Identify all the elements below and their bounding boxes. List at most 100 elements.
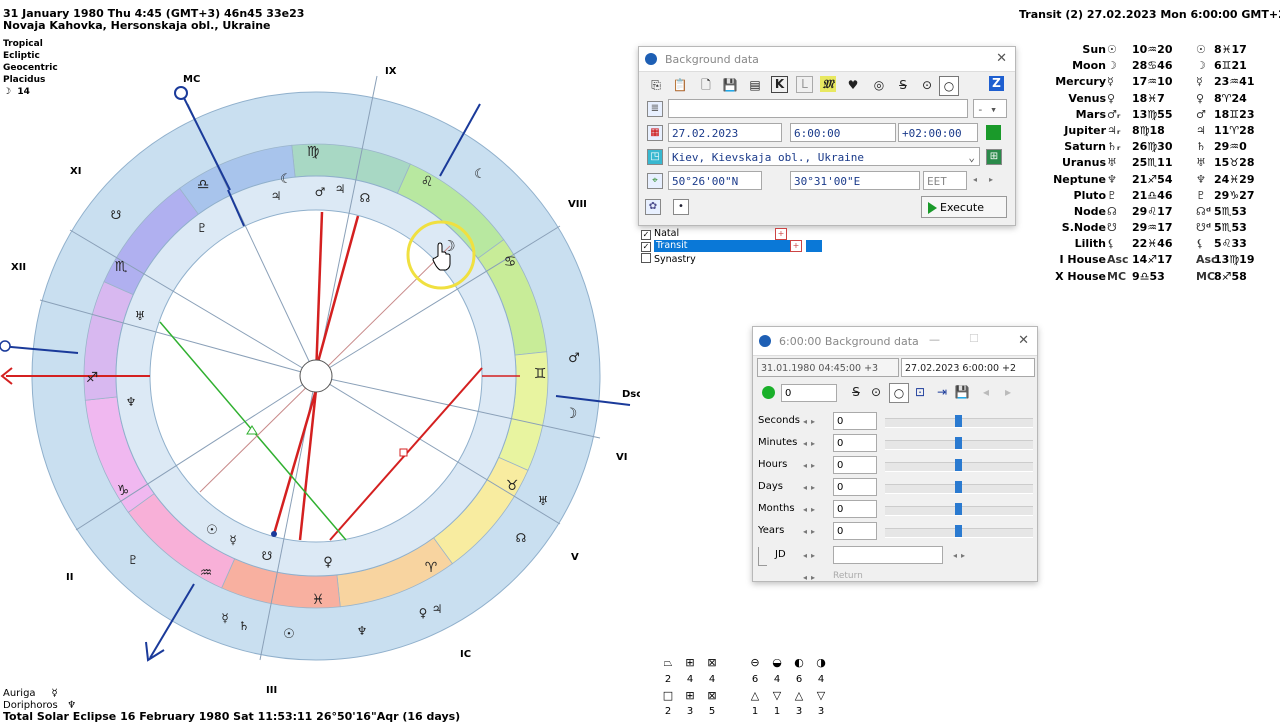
latitude-input[interactable]: 50°26'00"N (668, 171, 762, 190)
time-input[interactable]: 6:00:00 (790, 123, 896, 142)
slider-thumb[interactable] (955, 437, 962, 449)
coordinates-icon[interactable]: ⌖ (647, 173, 663, 189)
chart-grid-icon[interactable]: ⊡ (911, 383, 929, 401)
minimize-button[interactable]: — (929, 333, 940, 346)
step-arrows[interactable]: ◂▸ (803, 439, 819, 448)
new-file-icon[interactable]: 🗋 (697, 76, 715, 94)
maximize-button[interactable]: ☐ (969, 332, 979, 345)
play-button[interactable] (762, 386, 775, 399)
quarter-circle-icon[interactable]: ◑ (814, 656, 828, 669)
chart-wheel[interactable]: MC IX VIII Dsc VI V IC III II XII XI ♍ ♌… (0, 60, 640, 720)
z-button[interactable]: Z (989, 76, 1004, 91)
dot-button[interactable]: • (673, 199, 689, 215)
close-button[interactable]: ✕ (1018, 333, 1029, 348)
transit-checkbox[interactable]: ✓ (641, 242, 651, 252)
dialog-titlebar[interactable]: Background data ✕ (639, 47, 1015, 72)
step-slider[interactable] (885, 459, 1033, 472)
triangle-up-icon[interactable]: △ (748, 689, 762, 702)
slider-thumb[interactable] (955, 481, 962, 493)
natal-checkbox-row[interactable]: ✓ Natal (640, 228, 679, 240)
strike-icon[interactable]: S̶ (894, 76, 912, 94)
grid-trapezoid-icon[interactable]: ⊞ (683, 656, 697, 669)
zone-stepper[interactable]: ◂▸ (973, 175, 1005, 184)
copy-icon[interactable]: ⎘ (647, 76, 665, 94)
step-value-input[interactable]: 0 (833, 500, 877, 518)
triangle-split-icon[interactable]: △ (792, 689, 806, 702)
step-value-input[interactable]: 0 (833, 478, 877, 496)
transit-color-swatch[interactable] (806, 240, 822, 252)
cross-square-icon[interactable]: ⊠ (705, 689, 719, 702)
circle-line-icon[interactable]: ⊖ (748, 656, 762, 669)
jd-arrows[interactable]: ◂▸ (953, 551, 969, 560)
step-slider[interactable] (885, 437, 1033, 450)
name-input[interactable] (668, 99, 968, 118)
l-button[interactable]: L (796, 76, 813, 93)
cross-trapezoid-icon[interactable]: ⊠ (705, 656, 719, 669)
circle-icon[interactable]: ○ (889, 383, 909, 403)
transit-datetime-field[interactable]: 27.02.2023 6:00:00 +2 (901, 358, 1035, 377)
trapezoid-icon[interactable]: ⏢ (661, 656, 675, 670)
slider-thumb[interactable] (955, 503, 962, 515)
formula-icon[interactable]: 𝔐 (820, 76, 836, 92)
transit-checkbox-row[interactable]: ✓ Transit (640, 240, 810, 252)
strike-icon[interactable]: S̶ (847, 383, 865, 401)
dot-circle-icon[interactable]: ⊙ (918, 76, 936, 94)
step-slider[interactable] (885, 503, 1033, 516)
atlas-icon[interactable]: ⊞ (986, 149, 1002, 165)
date-input[interactable]: 27.02.2023 (668, 123, 782, 142)
step-slider[interactable] (885, 415, 1033, 428)
synastry-checkbox-row[interactable]: Synastry (640, 253, 696, 265)
dot-circle-icon[interactable]: ⊙ (867, 383, 885, 401)
step-arrows[interactable]: ◂▸ (803, 527, 819, 536)
step-slider[interactable] (885, 481, 1033, 494)
forward-button[interactable]: ▸ (999, 383, 1017, 401)
longitude-input[interactable]: 30°31'00"E (790, 171, 920, 190)
return-stepper[interactable]: ◂▸ (803, 573, 819, 582)
close-button[interactable]: ✕ (996, 51, 1007, 66)
jd-input[interactable] (833, 546, 943, 564)
slider-thumb[interactable] (955, 415, 962, 427)
step-arrows[interactable]: ◂▸ (803, 461, 819, 470)
step-slider[interactable] (885, 525, 1033, 538)
save-icon[interactable]: 💾 (721, 76, 739, 94)
natal-chart-icon[interactable]: + (775, 228, 787, 240)
k-button[interactable]: K (771, 76, 788, 93)
synastry-checkbox[interactable] (641, 253, 651, 263)
step-arrows[interactable]: ◂▸ (803, 417, 819, 426)
dst-indicator[interactable] (986, 125, 1001, 140)
half-circle-icon[interactable]: ◒ (770, 656, 784, 669)
step-value-input[interactable]: 0 (833, 412, 877, 430)
execute-button[interactable]: Execute (921, 196, 1007, 218)
save-icon[interactable]: 💾 (953, 383, 971, 401)
chevron-down-icon[interactable]: ⌄ (968, 148, 975, 165)
zone-input[interactable]: EET (923, 171, 967, 190)
step-value-input[interactable]: 0 (833, 456, 877, 474)
step-arrows[interactable]: ◂▸ (803, 505, 819, 514)
paste-icon[interactable]: 📋 (671, 76, 689, 94)
gender-select[interactable]: - ▾ (973, 99, 1007, 118)
step-value-input[interactable]: 0 (833, 522, 877, 540)
time-dialog-titlebar[interactable]: 6:00:00 Background data — ☐ ✕ (753, 327, 1037, 356)
timezone-input[interactable]: +02:00:00 (898, 123, 978, 142)
step-value-input[interactable]: 0 (833, 434, 877, 452)
split-circle-icon[interactable]: ◐ (792, 656, 806, 669)
place-input[interactable]: Kiev, Kievskaja obl., Ukraine ⌄ (668, 147, 980, 166)
map-icon[interactable]: ◳ (647, 149, 663, 165)
natal-checkbox[interactable]: ✓ (641, 230, 651, 240)
circle-icon[interactable]: ○ (939, 76, 959, 96)
heart-icon[interactable]: ♥ (844, 76, 862, 94)
calendar-icon[interactable]: ▦ (647, 125, 663, 141)
jd-stepper[interactable]: ◂▸ (803, 551, 819, 560)
transit-chart-icon[interactable]: + (790, 240, 802, 252)
jd-toggle[interactable] (758, 547, 767, 566)
triangle-split-down-icon[interactable]: ▽ (814, 689, 828, 702)
settings-icon[interactable]: ✿ (645, 199, 661, 215)
step-input[interactable]: 0 (781, 384, 837, 402)
ring-icon[interactable]: ◎ (870, 76, 888, 94)
export-icon[interactable]: ⇥ (933, 383, 951, 401)
square-icon[interactable]: □ (661, 689, 675, 702)
back-button[interactable]: ◂ (977, 383, 995, 401)
grid-square-icon[interactable]: ⊞ (683, 689, 697, 702)
list-icon[interactable]: ▤ (746, 76, 764, 94)
step-arrows[interactable]: ◂▸ (803, 483, 819, 492)
